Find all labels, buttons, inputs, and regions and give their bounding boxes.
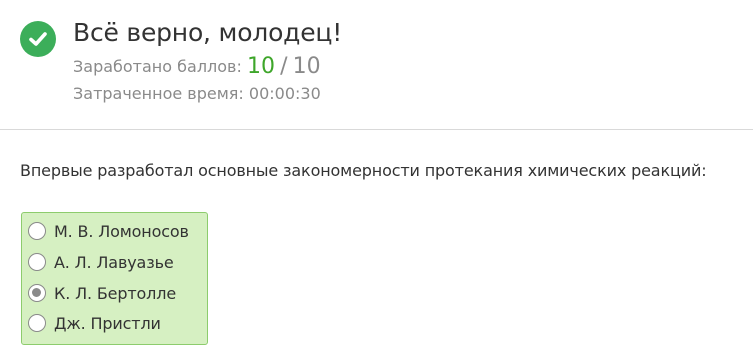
- answer-option[interactable]: К. Л. Бертолле: [28, 280, 176, 306]
- answer-option[interactable]: Дж. Пристли: [28, 310, 161, 336]
- answer-options-box: М. В. Ломоносов А. Л. Лавуазье К. Л. Бер…: [21, 212, 208, 345]
- score-value: 10: [246, 54, 275, 79]
- score-label: Заработано баллов:: [73, 57, 242, 76]
- result-title: Всё верно, молодец!: [73, 18, 343, 47]
- divider: [0, 129, 753, 130]
- time-label: Затраченное время:: [73, 84, 244, 103]
- question-text: Впервые разработал основные закономернос…: [20, 161, 707, 180]
- answer-label: А. Л. Лавуазье: [54, 252, 174, 272]
- checkmark-icon: [20, 21, 56, 57]
- radio-button[interactable]: [28, 253, 46, 271]
- radio-button[interactable]: [28, 284, 46, 302]
- time-value: 00:00:30: [248, 84, 321, 103]
- radio-button[interactable]: [28, 222, 46, 240]
- time-line: Затраченное время: 00:00:30: [73, 84, 321, 103]
- answer-option[interactable]: М. В. Ломоносов: [28, 218, 189, 244]
- answer-label: М. В. Ломоносов: [54, 221, 189, 241]
- result-header: Всё верно, молодец! Заработано баллов: 1…: [0, 0, 753, 130]
- score-total: 10: [292, 54, 321, 79]
- answer-label: Дж. Пристли: [54, 313, 161, 333]
- score-line: Заработано баллов: 10 / 10: [73, 54, 321, 79]
- radio-button[interactable]: [28, 314, 46, 332]
- score-separator: /: [280, 54, 288, 79]
- answer-option[interactable]: А. Л. Лавуазье: [28, 249, 174, 275]
- answer-label: К. Л. Бертолле: [54, 283, 177, 303]
